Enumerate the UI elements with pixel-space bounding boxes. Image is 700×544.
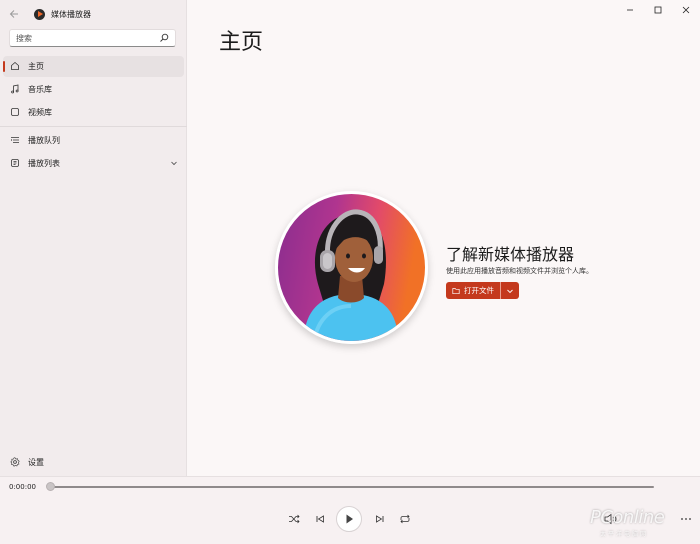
hero-heading: 了解新媒体播放器 — [446, 245, 575, 264]
hero-subtitle: 使用此应用播放音频和视频文件并浏览个人库。 — [446, 267, 593, 275]
sidebar-item-label: 视频库 — [28, 108, 52, 117]
hero-illustration — [275, 191, 428, 344]
sidebar-item-label: 播放队列 — [28, 136, 60, 145]
previous-button[interactable] — [312, 511, 328, 527]
sidebar-item-music-library[interactable]: 音乐库 — [3, 79, 184, 100]
elapsed-time: 0:00:00 — [9, 483, 36, 491]
shuffle-button[interactable] — [286, 511, 302, 527]
skip-previous-icon — [316, 515, 324, 523]
person-with-headphones-illustration — [304, 209, 398, 341]
chevron-down-icon — [507, 289, 513, 293]
search-box[interactable] — [9, 29, 176, 47]
media-player-app-icon — [34, 8, 45, 20]
sidebar-item-label: 音乐库 — [28, 85, 52, 94]
minimize-button[interactable] — [616, 0, 644, 20]
sidebar-divider — [0, 126, 187, 127]
more-options-icon[interactable] — [680, 513, 692, 525]
next-button[interactable] — [372, 511, 388, 527]
repeat-icon — [400, 514, 410, 524]
open-file-button[interactable]: 打开文件 — [446, 282, 500, 299]
video-library-icon — [11, 108, 19, 116]
chevron-down-icon[interactable] — [170, 159, 178, 167]
playlist-icon — [11, 159, 19, 167]
sidebar-item-label: 播放列表 — [28, 159, 60, 168]
sidebar-item-playlists[interactable]: 播放列表 — [3, 153, 184, 174]
watermark-logo: PConline — [590, 507, 665, 528]
seek-bar[interactable] — [50, 486, 654, 488]
sidebar-item-video-library[interactable]: 视频库 — [3, 102, 184, 123]
sidebar-item-home[interactable]: 主页 — [3, 56, 184, 77]
player-bar: 0:00:00 PConline 太平洋电脑网 — [0, 476, 700, 544]
home-icon — [11, 61, 19, 70]
play-icon — [346, 514, 353, 524]
sidebar-item-label: 主页 — [28, 62, 44, 71]
gear-icon — [10, 457, 20, 467]
app-title: 媒体播放器 — [51, 9, 91, 19]
main-content: 主页 了解新媒体播放器 使用此应用播放音频和视频文件并浏览个人库。 打开文件 — [188, 0, 700, 476]
repeat-button[interactable] — [397, 511, 413, 527]
title-bar: 媒体播放器 — [0, 0, 187, 28]
seek-thumb[interactable] — [46, 482, 55, 491]
maximize-icon — [654, 6, 662, 14]
search-input[interactable] — [10, 33, 155, 43]
arrow-left-icon — [9, 10, 18, 18]
open-file-dropdown-button[interactable] — [501, 282, 519, 299]
queue-icon — [11, 137, 19, 143]
shuffle-icon — [289, 514, 300, 524]
sidebar-item-label: 设置 — [28, 458, 44, 467]
close-icon — [682, 6, 690, 14]
watermark-subtitle: 太平洋电脑网 — [600, 531, 649, 538]
window-controls — [616, 0, 700, 20]
back-button[interactable] — [0, 0, 28, 28]
sidebar: 媒体播放器 主页 音乐库 视频库 播放队列 播放列表 — [0, 0, 187, 476]
folder-icon — [452, 287, 460, 294]
minimize-icon — [627, 9, 633, 11]
selection-indicator — [3, 61, 5, 72]
search-icon[interactable] — [159, 33, 169, 43]
maximize-button[interactable] — [644, 0, 672, 20]
close-button[interactable] — [672, 0, 700, 20]
skip-next-icon — [376, 515, 384, 523]
sidebar-item-play-queue[interactable]: 播放队列 — [3, 130, 184, 151]
open-file-label: 打开文件 — [464, 286, 494, 295]
sidebar-item-settings[interactable]: 设置 — [3, 452, 184, 473]
page-title: 主页 — [219, 30, 264, 55]
open-file-split-button: 打开文件 — [446, 282, 519, 299]
music-note-icon — [11, 84, 19, 94]
play-button[interactable] — [336, 506, 362, 532]
